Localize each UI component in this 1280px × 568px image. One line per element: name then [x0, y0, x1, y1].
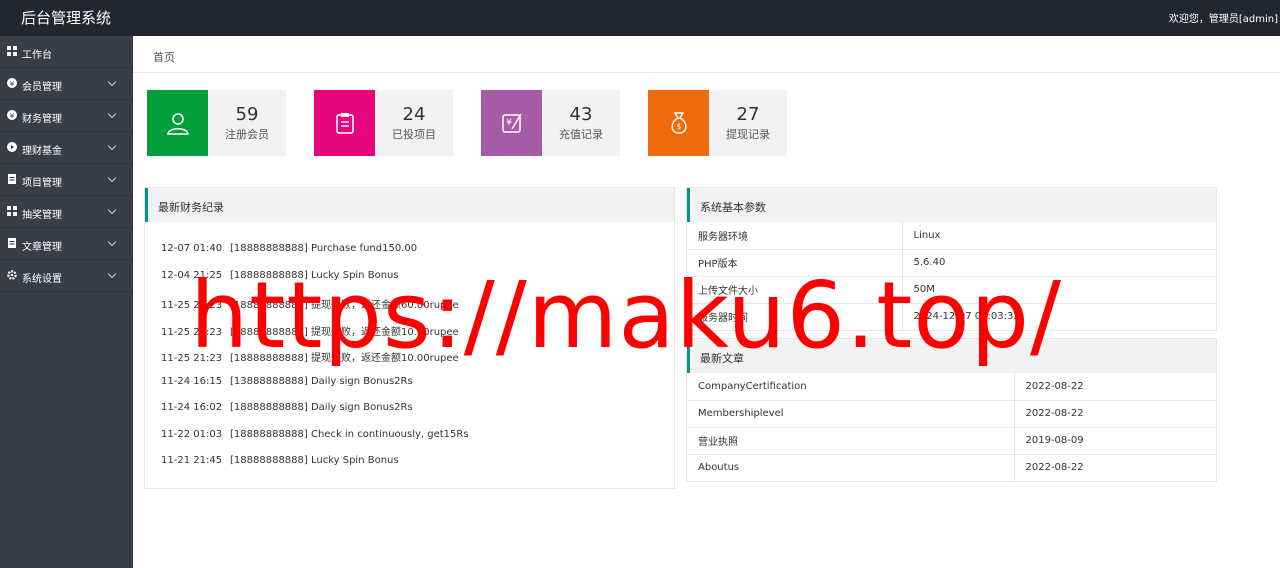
article-title[interactable]: Membershiplevel [687, 400, 1014, 428]
stat-card-members[interactable]: 59 注册会员 [147, 90, 286, 156]
article-date: 2019-08-09 [1013, 427, 1216, 455]
stat-value: 43 [569, 104, 593, 125]
chevron-down-icon [107, 269, 117, 279]
record-time: 11-22 01:03 [161, 428, 223, 440]
watermark-url: https://maku6.top/ [190, 262, 1063, 369]
svg-text:¥: ¥ [10, 80, 15, 88]
stat-badge [314, 90, 375, 156]
chevron-down-icon [107, 173, 117, 183]
record-time: 11-24 16:15 [161, 375, 223, 387]
welcome-user[interactable]: 欢迎您，管理员[admin] [1169, 10, 1278, 25]
user-icon: ¥ [7, 78, 17, 88]
stat-card-projects[interactable]: 24 已投项目 [314, 90, 453, 156]
chevron-down-icon [107, 205, 117, 215]
stat-value: 59 [235, 104, 259, 125]
sidebar-item-finance[interactable]: ¥ 财务管理 [0, 100, 133, 132]
stat-label: 已投项目 [392, 128, 436, 141]
stat-badge: $ [648, 90, 709, 156]
sidebar-item-members[interactable]: ¥ 会员管理 [0, 68, 133, 100]
record-text: [18888888888] Lucky Spin Bonus [230, 455, 399, 466]
record-text: [18888888888] Daily sign Bonus2Rs [230, 402, 413, 413]
sidebar-item-fund[interactable]: 理财基金 [0, 132, 133, 164]
article-icon [8, 238, 16, 248]
record-time: 11-21 21:45 [161, 455, 223, 466]
finance-record: 11-24 16:02 [18888888888] Daily sign Bonu… [161, 402, 413, 413]
stat-label: 提现记录 [726, 128, 770, 141]
param-value: Linux [901, 222, 1216, 250]
stat-value: 27 [736, 104, 760, 125]
table-row[interactable]: 营业执照 2019-08-09 [687, 427, 1216, 455]
finance-icon: ¥ [7, 110, 17, 120]
article-title[interactable]: 营业执照 [687, 427, 1014, 455]
finance-record: 11-24 16:15 [13888888888] Daily sign Bonu… [161, 376, 413, 387]
gear-icon [7, 270, 17, 280]
chevron-down-icon [107, 77, 117, 87]
chevron-down-icon [107, 109, 117, 119]
project-icon [8, 174, 16, 184]
table-row: 服务器环境 Linux [687, 222, 1216, 250]
sidebar-item-articles[interactable]: 文章管理 [0, 228, 133, 260]
panel-title: 最新财务纪录 [145, 188, 674, 222]
stat-label: 充值记录 [559, 128, 603, 141]
articles-table: CompanyCertification 2022-08-22 Membership… [687, 373, 1216, 482]
sidebar-item-label: 工作台 [22, 50, 52, 61]
record-time: 12-07 01:40 [161, 243, 223, 254]
sidebar: 工作台 ¥ 会员管理 ¥ 财务管理 理财基金 项目管理 抽奖管理 文章管理 系统… [0, 36, 133, 568]
clipboard-icon [335, 113, 354, 134]
recharge-icon: ¥ [501, 113, 522, 133]
record-text: [18888888888] Purchase fund150.00 [230, 243, 418, 254]
money-bag-icon: $ [670, 112, 687, 134]
chevron-down-icon [107, 141, 117, 151]
stat-badge: ¥ [481, 90, 542, 156]
breadcrumb: 首页 [133, 36, 1280, 73]
svg-text:¥: ¥ [506, 118, 512, 128]
article-date: 2022-08-22 [1013, 373, 1216, 401]
app-title: 后台管理系统 [21, 9, 112, 27]
sidebar-item-dashboard[interactable]: 工作台 [0, 36, 133, 68]
table-row[interactable]: Aboutus 2022-08-22 [687, 454, 1216, 482]
stat-card-withdraw[interactable]: $ 27 提现记录 [648, 90, 787, 156]
svg-text:¥: ¥ [10, 112, 15, 120]
record-text: [13888888888] Daily sign Bonus2Rs [230, 375, 413, 387]
sidebar-item-label: 抽奖管理 [22, 210, 62, 221]
stat-card-recharge[interactable]: ¥ 43 充值记录 [481, 90, 620, 156]
fund-icon [7, 142, 17, 152]
finance-record: 11-22 01:03 [18888888888] Check in contin… [161, 429, 469, 440]
sidebar-item-label: 理财基金 [22, 146, 62, 157]
sidebar-item-label: 文章管理 [22, 242, 62, 253]
lottery-icon [7, 206, 17, 216]
chevron-down-icon [107, 237, 117, 247]
sidebar-item-lottery[interactable]: 抽奖管理 [0, 196, 133, 228]
table-row[interactable]: Membershiplevel 2022-08-22 [687, 400, 1216, 428]
param-key: 服务器环境 [687, 222, 902, 250]
table-row[interactable]: CompanyCertification 2022-08-22 [687, 373, 1216, 401]
dashboard-icon [7, 46, 17, 56]
top-bar: 后台管理系统 欢迎您，管理员[admin] [0, 0, 1280, 36]
panel-title: 系统基本参数 [687, 188, 1216, 222]
stat-badge [147, 90, 208, 156]
sidebar-item-label: 财务管理 [22, 114, 62, 125]
sidebar-item-label: 会员管理 [22, 82, 62, 93]
sidebar-item-settings[interactable]: 系统设置 [0, 260, 133, 292]
sidebar-item-label: 项目管理 [22, 178, 62, 189]
article-title[interactable]: Aboutus [687, 454, 1014, 482]
sidebar-item-projects[interactable]: 项目管理 [0, 164, 133, 196]
finance-record: 11-21 21:45 [18888888888] Lucky Spin Bonu… [161, 455, 399, 466]
stat-label: 注册会员 [225, 128, 269, 141]
user-icon [166, 113, 189, 135]
article-date: 2022-08-22 [1013, 454, 1216, 482]
finance-record: 12-07 01:40 [18888888888] Purchase fund15… [161, 243, 417, 254]
record-text: [18888888888] Check in continuously, get… [230, 428, 469, 440]
svg-text:$: $ [676, 122, 681, 131]
breadcrumb-home[interactable]: 首页 [153, 49, 175, 65]
article-date: 2022-08-22 [1013, 400, 1216, 428]
article-title[interactable]: CompanyCertification [687, 373, 1014, 401]
stat-value: 24 [402, 104, 426, 125]
sidebar-item-label: 系统设置 [22, 274, 62, 285]
record-time: 11-24 16:02 [161, 402, 223, 413]
